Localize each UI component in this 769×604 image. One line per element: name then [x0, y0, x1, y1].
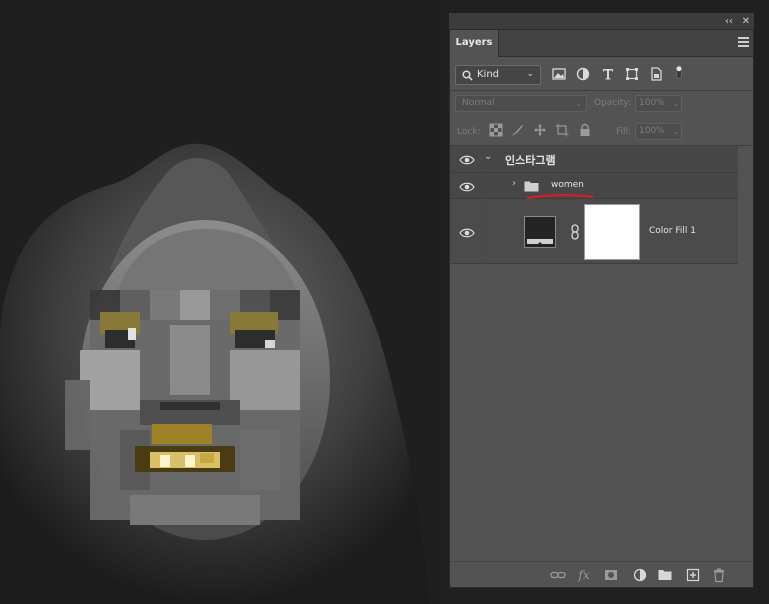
divider [482, 146, 483, 173]
chevron-down-icon: ⌄ [672, 127, 679, 136]
divider [482, 199, 483, 264]
layer-row[interactable]: Color Fill 1 [450, 199, 739, 264]
link-layers-icon[interactable] [550, 567, 566, 583]
layer-name: women [551, 180, 584, 190]
eye-icon[interactable] [459, 155, 475, 165]
smart-object-filter-icon[interactable] [648, 66, 664, 82]
trash-icon[interactable] [711, 567, 727, 583]
lock-image-icon[interactable] [511, 123, 525, 137]
collapse-icon[interactable]: ‹‹ [721, 13, 737, 30]
layers-bottom-toolbar: fx [450, 561, 753, 587]
filter-kind-label: Kind [477, 69, 500, 80]
layer-row[interactable]: ⌄ 인스타그램 [450, 146, 739, 173]
chevron-right-icon[interactable]: › [512, 178, 516, 189]
chevron-down-icon: ⌄ [672, 99, 679, 108]
adjustment-icon[interactable] [632, 567, 648, 583]
layer-name: Color Fill 1 [649, 226, 696, 236]
mask-icon[interactable] [603, 567, 619, 583]
blend-mode-value: Normal [462, 98, 495, 108]
document-canvas[interactable] [0, 0, 447, 604]
panel-title-bar: ‹‹ ✕ [449, 13, 754, 30]
link-icon[interactable] [570, 224, 580, 240]
layer-row[interactable]: › women [450, 173, 739, 200]
fill-field[interactable]: 100% ⌄ [635, 123, 682, 140]
photo-artwork [0, 0, 447, 604]
shape-filter-icon[interactable] [624, 66, 640, 82]
chevron-down-icon: ⌄ [575, 99, 582, 108]
tab-layers[interactable]: Layers [450, 30, 499, 57]
panel-tab-strip: Layers [450, 30, 753, 57]
new-layer-icon[interactable] [685, 567, 701, 583]
lock-all-icon[interactable] [578, 123, 592, 137]
layer-name: 인스타그램 [505, 154, 556, 167]
opacity-label: Opacity: [594, 98, 631, 108]
folder-icon[interactable] [657, 567, 673, 583]
chevron-down-icon: ⌄ [526, 69, 534, 79]
fill-thumbnail[interactable] [524, 216, 556, 248]
search-icon [462, 70, 473, 81]
lock-pixels-icon[interactable] [489, 123, 503, 137]
lock-label: Lock: [457, 127, 481, 137]
filter-toggle-icon[interactable] [671, 64, 687, 80]
lock-artboard-icon[interactable] [555, 123, 569, 137]
divider [450, 90, 753, 91]
image-filter-icon[interactable] [551, 66, 567, 82]
opacity-value: 100% [639, 98, 665, 108]
fill-value: 100% [639, 126, 665, 136]
fill-label: Fill: [616, 127, 632, 137]
adjustment-filter-icon[interactable] [575, 66, 591, 82]
divider [482, 173, 483, 199]
fx-icon[interactable]: fx [576, 567, 592, 583]
close-icon[interactable]: ✕ [738, 13, 754, 30]
eye-icon[interactable] [459, 182, 475, 192]
layers-scrollbar[interactable] [738, 146, 753, 561]
layer-mask-thumbnail[interactable] [584, 204, 640, 260]
opacity-field[interactable]: 100% ⌄ [635, 95, 682, 112]
eye-icon[interactable] [459, 228, 475, 238]
filter-kind-select[interactable]: Kind ⌄ [455, 65, 541, 85]
menu-icon[interactable] [738, 37, 749, 47]
folder-icon [524, 181, 539, 192]
chevron-down-icon[interactable]: ⌄ [484, 151, 492, 162]
lock-position-icon[interactable] [533, 123, 547, 137]
type-filter-icon[interactable] [600, 66, 616, 82]
blend-mode-select[interactable]: Normal ⌄ [455, 95, 587, 112]
